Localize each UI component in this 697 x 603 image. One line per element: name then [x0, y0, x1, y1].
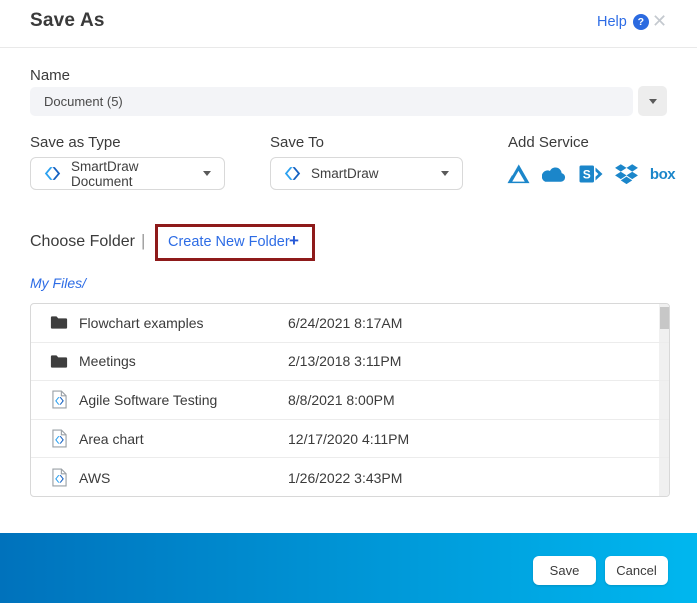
save-to-dropdown[interactable]: SmartDraw [270, 157, 463, 190]
plus-icon[interactable]: + [289, 231, 299, 251]
file-name: Agile Software Testing [79, 392, 217, 408]
list-item[interactable]: Flowchart examples 6/24/2021 8:17AM [31, 304, 669, 343]
sharepoint-icon[interactable]: S [578, 162, 603, 186]
save-as-dialog: Save As Help ? ✕ Name Save as Type Smart… [0, 0, 697, 603]
file-date: 6/24/2021 8:17AM [288, 315, 402, 331]
file-name: Area chart [79, 431, 144, 447]
list-item[interactable]: Agile Software Testing 8/8/2021 8:00PM [31, 381, 669, 420]
file-date: 12/17/2020 4:11PM [288, 431, 409, 447]
file-name: AWS [79, 470, 110, 486]
save-to-value: SmartDraw [311, 166, 441, 181]
chevron-down-icon [203, 171, 211, 176]
footer-bar: Save Cancel [0, 533, 697, 603]
name-label: Name [30, 67, 70, 84]
document-icon [49, 429, 69, 449]
folder-icon [49, 351, 69, 371]
name-input[interactable] [30, 87, 633, 116]
list-item[interactable]: Area chart 12/17/2020 4:11PM [31, 420, 669, 459]
list-item[interactable]: Meetings 2/13/2018 3:11PM [31, 343, 669, 382]
service-icons: S box [506, 162, 675, 186]
list-item[interactable]: AWS 1/26/2022 3:43PM [31, 458, 669, 497]
google-drive-icon[interactable] [506, 162, 531, 186]
file-name: Meetings [79, 353, 136, 369]
file-name: Flowchart examples [79, 315, 204, 331]
label-divider: | [141, 231, 145, 251]
cancel-button[interactable]: Cancel [605, 556, 668, 585]
name-dropdown-button[interactable] [638, 86, 667, 116]
smartdraw-logo-icon [284, 165, 301, 182]
help-icon[interactable]: ? [633, 14, 649, 30]
document-icon [49, 390, 69, 410]
create-new-folder-link[interactable]: Create New Folder [168, 234, 290, 250]
help-link[interactable]: Help ? [597, 14, 649, 30]
file-list: Flowchart examples 6/24/2021 8:17AM Meet… [30, 303, 670, 497]
svg-text:S: S [582, 168, 590, 182]
breadcrumb[interactable]: My Files/ [30, 275, 86, 291]
dropbox-icon[interactable] [614, 162, 639, 186]
header-divider [0, 47, 697, 48]
save-as-type-dropdown[interactable]: SmartDraw Document [30, 157, 225, 190]
document-icon [49, 468, 69, 488]
save-to-label: Save To [270, 134, 324, 151]
chevron-down-icon [649, 99, 657, 104]
help-label[interactable]: Help [597, 14, 627, 30]
save-button[interactable]: Save [533, 556, 596, 585]
chevron-down-icon [441, 171, 449, 176]
smartdraw-logo-icon [44, 165, 61, 182]
onedrive-icon[interactable] [542, 162, 567, 186]
close-icon[interactable]: ✕ [652, 11, 667, 32]
choose-folder-label: Choose Folder [30, 233, 135, 251]
dialog-title: Save As [30, 10, 105, 32]
file-date: 2/13/2018 3:11PM [288, 353, 401, 369]
folder-icon [49, 313, 69, 333]
file-date: 8/8/2021 8:00PM [288, 392, 395, 408]
box-icon[interactable]: box [650, 162, 675, 186]
save-as-type-label: Save as Type [30, 134, 121, 151]
file-date: 1/26/2022 3:43PM [288, 470, 402, 486]
add-service-label: Add Service [508, 134, 589, 151]
save-as-type-value: SmartDraw Document [71, 159, 203, 189]
